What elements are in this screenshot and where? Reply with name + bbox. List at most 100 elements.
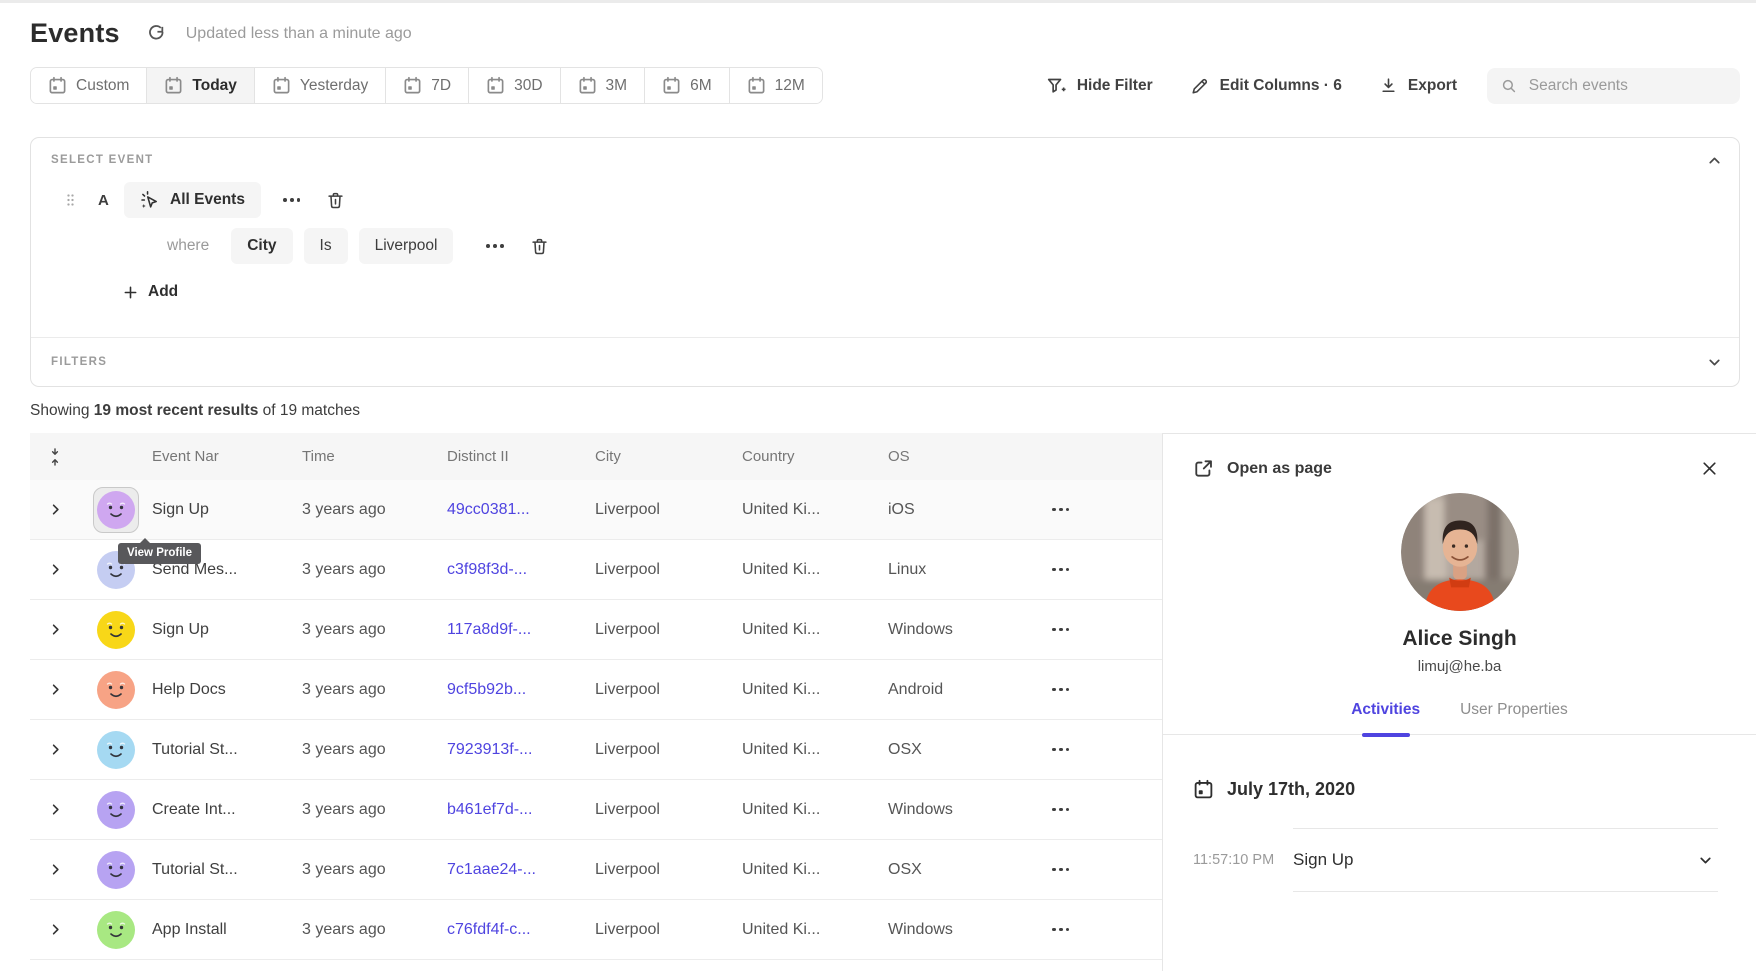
user-avatar[interactable] [97, 671, 135, 709]
profile-tabs: Activities User Properties [1163, 701, 1756, 735]
row-more-button[interactable] [1046, 802, 1075, 818]
add-event-button[interactable]: Add [123, 283, 178, 301]
distinct-id-link[interactable]: 9cf5b92b... [447, 681, 595, 699]
external-link-icon [1193, 458, 1214, 479]
column-header-city: City [595, 448, 742, 465]
user-avatar[interactable] [97, 791, 135, 829]
row-expand-button[interactable] [48, 922, 63, 937]
distinct-id-link[interactable]: c76fdf4f-c... [447, 921, 595, 939]
row-expand-button[interactable] [48, 742, 63, 757]
row-expand-button[interactable] [48, 802, 63, 817]
search-input[interactable] [1529, 77, 1726, 95]
row-expand-button[interactable] [48, 562, 63, 577]
table-row[interactable]: Sign Up 3 years ago 117a8d9f-... Liverpo… [30, 600, 1162, 660]
distinct-id-link[interactable]: 7923913f-... [447, 741, 595, 759]
event-selector-chip[interactable]: All Events [124, 182, 261, 218]
filters-section[interactable]: FILTERS [31, 337, 1739, 386]
edit-columns-button[interactable]: Edit Columns · 6 [1191, 77, 1342, 95]
table-row[interactable]: Tutorial St... 3 years ago 7c1aae24-... … [30, 840, 1162, 900]
date-range-tab-7d[interactable]: 7D [385, 68, 468, 103]
column-header-os: OS [888, 448, 1008, 465]
chevron-right-icon [48, 502, 63, 517]
event-more-button[interactable] [277, 192, 306, 208]
distinct-id-link[interactable]: c3f98f3d-... [447, 561, 595, 579]
distinct-id-link[interactable]: 7c1aae24-... [447, 861, 595, 879]
user-avatar[interactable] [97, 611, 135, 649]
where-label: where [167, 237, 209, 255]
activity-date: July 17th, 2020 [1227, 779, 1355, 800]
date-range-tab-30d[interactable]: 30D [468, 68, 559, 103]
page-title: Events [30, 18, 120, 49]
distinct-id-link[interactable]: 117a8d9f-... [447, 621, 595, 639]
chevron-down-icon [1706, 354, 1723, 371]
date-range-tab-3m[interactable]: 3M [560, 68, 645, 103]
collapse-section-button[interactable] [1706, 152, 1723, 169]
activity-date-row: July 17th, 2020 [1163, 779, 1756, 800]
activity-event-row[interactable]: 11:57:10 PM Sign Up [1163, 828, 1756, 892]
row-more-button[interactable] [1046, 922, 1075, 938]
date-range-tab-custom[interactable]: Custom [31, 68, 146, 103]
expand-filters-button[interactable] [1706, 354, 1723, 371]
profile-panel: Open as page [1162, 433, 1756, 971]
table-row[interactable]: Sign Up 3 years ago 49cc0381... Liverpoo… [30, 480, 1162, 540]
distinct-id-link[interactable]: 49cc0381... [447, 501, 595, 519]
event-name: Sign Up [1293, 850, 1353, 870]
table-row[interactable]: Create Int... 3 years ago b461ef7d-... L… [30, 780, 1162, 840]
user-avatar[interactable] [97, 491, 135, 529]
date-range-control: Custom Today Yesterday 7D 30D 3M [30, 67, 823, 104]
open-as-page-button[interactable]: Open as page [1193, 458, 1332, 479]
event-letter: A [98, 192, 124, 209]
collapse-rows-icon [47, 447, 63, 467]
calendar-icon [48, 76, 67, 95]
event-delete-button[interactable] [326, 191, 345, 210]
chevron-right-icon [48, 922, 63, 937]
user-avatar[interactable] [97, 911, 135, 949]
event-clause-row: A All Events [49, 182, 1717, 218]
drag-dots-icon [65, 192, 76, 208]
row-more-button[interactable] [1046, 502, 1075, 518]
row-expand-button[interactable] [48, 502, 63, 517]
table-row[interactable]: App Install 3 years ago c76fdf4f-c... Li… [30, 900, 1162, 960]
row-expand-button[interactable] [48, 862, 63, 877]
profile-tab-activities[interactable]: Activities [1349, 701, 1422, 734]
user-avatar[interactable] [97, 731, 135, 769]
filter-icon [1047, 77, 1066, 95]
filter-value-chip[interactable]: Liverpool [359, 228, 454, 264]
close-panel-button[interactable] [1701, 460, 1718, 477]
row-more-button[interactable] [1046, 622, 1075, 638]
refresh-button[interactable] [146, 23, 168, 45]
filter-operator-chip[interactable]: Is [304, 228, 348, 264]
filter-delete-button[interactable] [530, 237, 549, 256]
column-header-event-name: Event Nar [152, 448, 302, 465]
date-range-tab-12m[interactable]: 12M [729, 68, 822, 103]
row-more-button[interactable] [1046, 862, 1075, 878]
row-more-button[interactable] [1046, 562, 1075, 578]
row-more-button[interactable] [1046, 682, 1075, 698]
calendar-icon [486, 76, 505, 95]
row-expand-button[interactable] [48, 682, 63, 697]
date-range-tab-6m[interactable]: 6M [644, 68, 729, 103]
date-range-tab-yesterday[interactable]: Yesterday [254, 68, 385, 103]
filter-property-chip[interactable]: City [231, 228, 292, 264]
collapse-all-button[interactable] [47, 447, 63, 467]
profile-name: Alice Singh [1163, 627, 1756, 651]
calendar-icon [662, 76, 681, 95]
chevron-down-icon [1697, 852, 1714, 869]
expand-event-button[interactable] [1697, 852, 1714, 869]
hide-filter-button[interactable]: Hide Filter [1047, 77, 1153, 95]
table-row[interactable]: Tutorial St... 3 years ago 7923913f-... … [30, 720, 1162, 780]
query-builder-card: SELECT EVENT A All Events [30, 137, 1740, 387]
table-row[interactable]: Help Docs 3 years ago 9cf5b92b... Liverp… [30, 660, 1162, 720]
filter-more-button[interactable] [480, 238, 509, 254]
profile-tab-user-properties[interactable]: User Properties [1458, 701, 1570, 734]
drag-handle[interactable] [65, 192, 76, 208]
user-avatar[interactable] [97, 851, 135, 889]
row-expand-button[interactable] [48, 622, 63, 637]
export-button[interactable]: Export [1380, 77, 1457, 95]
trash-icon [530, 237, 549, 256]
distinct-id-link[interactable]: b461ef7d-... [447, 801, 595, 819]
row-more-button[interactable] [1046, 742, 1075, 758]
chevron-up-icon [1706, 152, 1723, 169]
date-range-tab-today[interactable]: Today [146, 68, 254, 103]
search-box[interactable] [1487, 68, 1740, 104]
